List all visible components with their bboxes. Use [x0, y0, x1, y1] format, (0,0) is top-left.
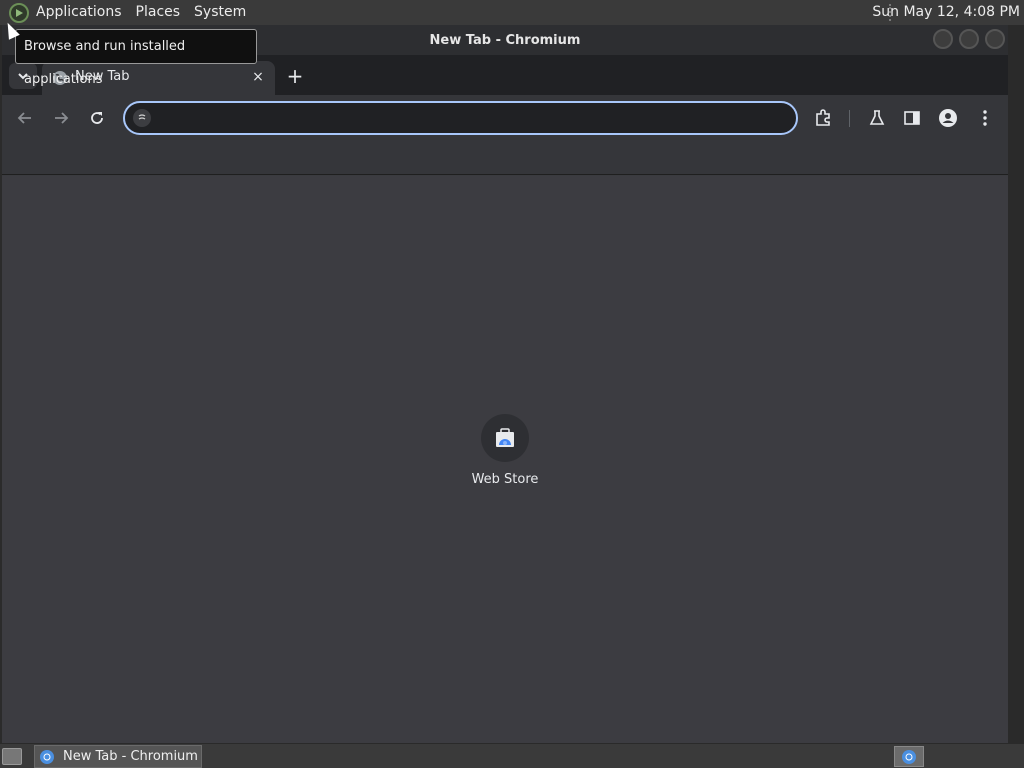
more-vert-icon [983, 110, 987, 126]
profile-button[interactable] [937, 107, 959, 129]
tray-chromium[interactable] [894, 746, 924, 767]
top-panel: Applications Places System Sun May 12, 4… [0, 0, 1024, 25]
taskbar-item-label: New Tab - Chromium [63, 749, 198, 764]
chromium-icon [902, 749, 916, 764]
browser-toolbar [2, 95, 1008, 141]
flask-icon [869, 110, 885, 125]
system-menu[interactable]: System [187, 0, 253, 25]
shortcut-tile [481, 414, 529, 462]
avatar-icon [939, 109, 957, 127]
reload-button[interactable] [86, 107, 108, 129]
new-tab-page: Web Store [2, 176, 1008, 743]
window-title: New Tab - Chromium [429, 33, 581, 48]
toolbar-divider [849, 110, 850, 127]
forward-button[interactable] [50, 107, 72, 129]
close-tab-icon[interactable]: × [249, 68, 267, 86]
extensions-button[interactable] [812, 107, 834, 129]
side-panel-icon [904, 111, 920, 125]
search-engine-icon [133, 109, 151, 127]
side-panel-button[interactable] [901, 107, 923, 129]
address-bar[interactable] [123, 101, 798, 135]
arrow-left-icon [17, 112, 31, 124]
show-desktop-button[interactable] [2, 748, 22, 765]
bottom-panel: New Tab - Chromium [0, 743, 1024, 768]
shortcut-label: Web Store [471, 472, 539, 487]
shortcut-web-store[interactable]: Web Store [460, 414, 550, 487]
applications-tooltip: Browse and run installed applications [15, 29, 257, 87]
maximize-button[interactable] [959, 29, 979, 49]
new-tab-button[interactable]: + [283, 64, 307, 88]
desktop-edge [1008, 25, 1024, 743]
taskbar-item-chromium[interactable]: New Tab - Chromium [34, 745, 202, 768]
clock[interactable]: Sun May 12, 4:08 PM [872, 0, 1020, 25]
puzzle-icon [816, 109, 830, 126]
applications-menu[interactable]: Applications [29, 0, 129, 25]
chromium-window: New Tab - Chromium New Tab × + Web Store [2, 25, 1008, 743]
arrow-right-icon [55, 112, 69, 124]
back-button[interactable] [14, 107, 36, 129]
reload-icon [91, 112, 103, 124]
places-menu[interactable]: Places [129, 0, 188, 25]
menu-button[interactable] [974, 107, 996, 129]
window-controls [933, 29, 1005, 49]
labs-button[interactable] [866, 107, 888, 129]
minimize-button[interactable] [933, 29, 953, 49]
bookmarks-bar [2, 141, 1008, 175]
close-window-button[interactable] [985, 29, 1005, 49]
web-store-icon [496, 428, 514, 447]
chromium-icon [40, 749, 54, 764]
